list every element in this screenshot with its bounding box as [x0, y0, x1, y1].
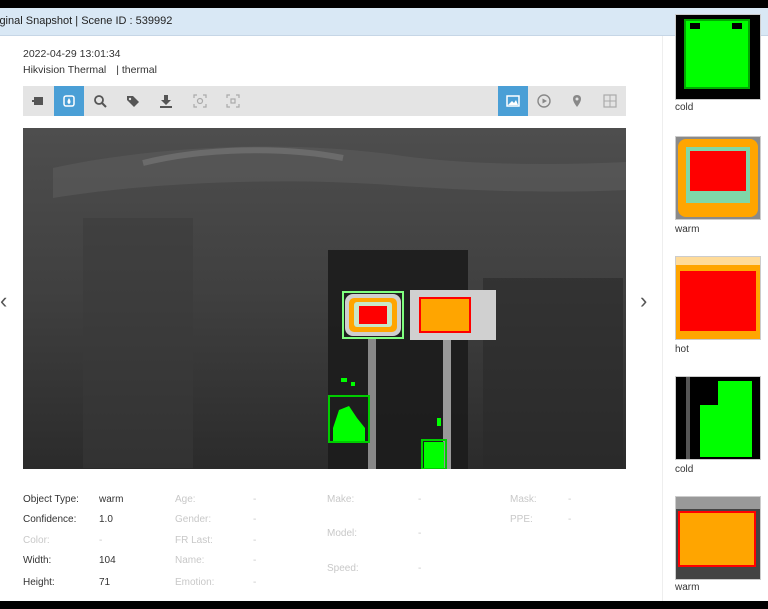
tag-icon [127, 96, 139, 107]
thumbnail-2[interactable] [675, 136, 761, 220]
window-title: iginal Snapshot | Scene ID : 539992 [0, 15, 173, 27]
thumbnail-sidebar: cold warm hot cold warm [662, 14, 768, 601]
thumbnail-3-label: hot [675, 344, 689, 355]
thumbnail-4[interactable] [675, 376, 761, 460]
mask-label: Mask: [510, 494, 537, 505]
play-icon [537, 94, 551, 108]
thermal-image [23, 128, 626, 469]
fr-last-label: FR Last: [175, 535, 213, 546]
width-label: Width: [23, 555, 52, 566]
snapshot-window: iginal Snapshot | Scene ID : 539992 2022… [0, 8, 768, 601]
warm-detection-2[interactable] [410, 290, 496, 340]
model-value: - [418, 528, 422, 539]
download-icon [160, 95, 172, 108]
thumbnail-3[interactable] [675, 256, 761, 340]
download-button[interactable] [151, 86, 181, 116]
thumbnail-5-label: warm [675, 582, 700, 593]
search-button[interactable] [85, 86, 115, 116]
name-label: Name: [175, 555, 205, 566]
emotion-value: - [253, 577, 257, 588]
toolbar [23, 86, 626, 116]
name-value: - [253, 555, 257, 566]
gender-value: - [253, 514, 257, 525]
color-label: Color: [23, 535, 50, 546]
location-button[interactable] [562, 86, 592, 116]
search-icon [94, 95, 107, 108]
export-button[interactable] [23, 86, 53, 116]
object-type-value: warm [99, 494, 124, 505]
thermal-scene [23, 128, 626, 469]
thermal-icon [63, 95, 75, 107]
main-panel: 2022-04-29 13:01:34 Hikvision Thermal | t… [0, 36, 662, 601]
thermal-button[interactable] [54, 86, 84, 116]
thumbnail-1-label: cold [675, 102, 694, 113]
title-bar: iginal Snapshot | Scene ID : 539992 [0, 8, 768, 36]
model-label: Model: [327, 528, 358, 539]
detect-face-button[interactable] [185, 86, 215, 116]
thumbnail-1[interactable] [675, 14, 761, 100]
age-label: Age: [175, 494, 196, 505]
detect-face-icon [193, 94, 207, 108]
speed-value: - [418, 563, 422, 574]
camera-mode: | thermal [116, 64, 157, 76]
grid-icon [603, 94, 617, 108]
grid-button[interactable] [595, 86, 625, 116]
next-arrow-icon[interactable]: › [640, 290, 654, 312]
camera-info: Hikvision Thermal | thermal [23, 64, 157, 76]
ppe-label: PPE: [510, 514, 533, 525]
ppe-value: - [568, 514, 572, 525]
gender-label: Gender: [175, 514, 212, 525]
image-view-button[interactable] [498, 86, 528, 116]
image-icon [506, 95, 520, 107]
color-value: - [99, 535, 103, 546]
detect-object-button[interactable] [218, 86, 248, 116]
previous-arrow-icon[interactable]: ‹ [0, 290, 14, 312]
camera-name: Hikvision Thermal [23, 64, 107, 76]
speed-label: Speed: [327, 563, 359, 574]
timestamp: 2022-04-29 13:01:34 [23, 48, 121, 60]
age-value: - [253, 494, 257, 505]
thumbnail-2-label: warm [675, 224, 700, 235]
tag-button[interactable] [118, 86, 148, 116]
confidence-label: Confidence: [23, 514, 77, 525]
height-label: Height: [23, 577, 55, 588]
export-icon [32, 97, 43, 105]
object-type-label: Object Type: [23, 494, 79, 505]
thumbnail-5[interactable] [675, 496, 761, 580]
location-icon [573, 95, 581, 107]
height-value: 71 [99, 577, 111, 588]
warm-detection-1[interactable] [342, 291, 404, 339]
play-button[interactable] [529, 86, 559, 116]
fr-last-value: - [253, 535, 257, 546]
make-label: Make: [327, 494, 355, 505]
width-value: 104 [99, 555, 116, 566]
make-value: - [418, 494, 422, 505]
thumbnail-4-label: cold [675, 464, 694, 475]
mask-value: - [568, 494, 572, 505]
emotion-label: Emotion: [175, 577, 215, 588]
detect-object-icon [226, 94, 240, 108]
confidence-value: 1.0 [99, 514, 113, 525]
